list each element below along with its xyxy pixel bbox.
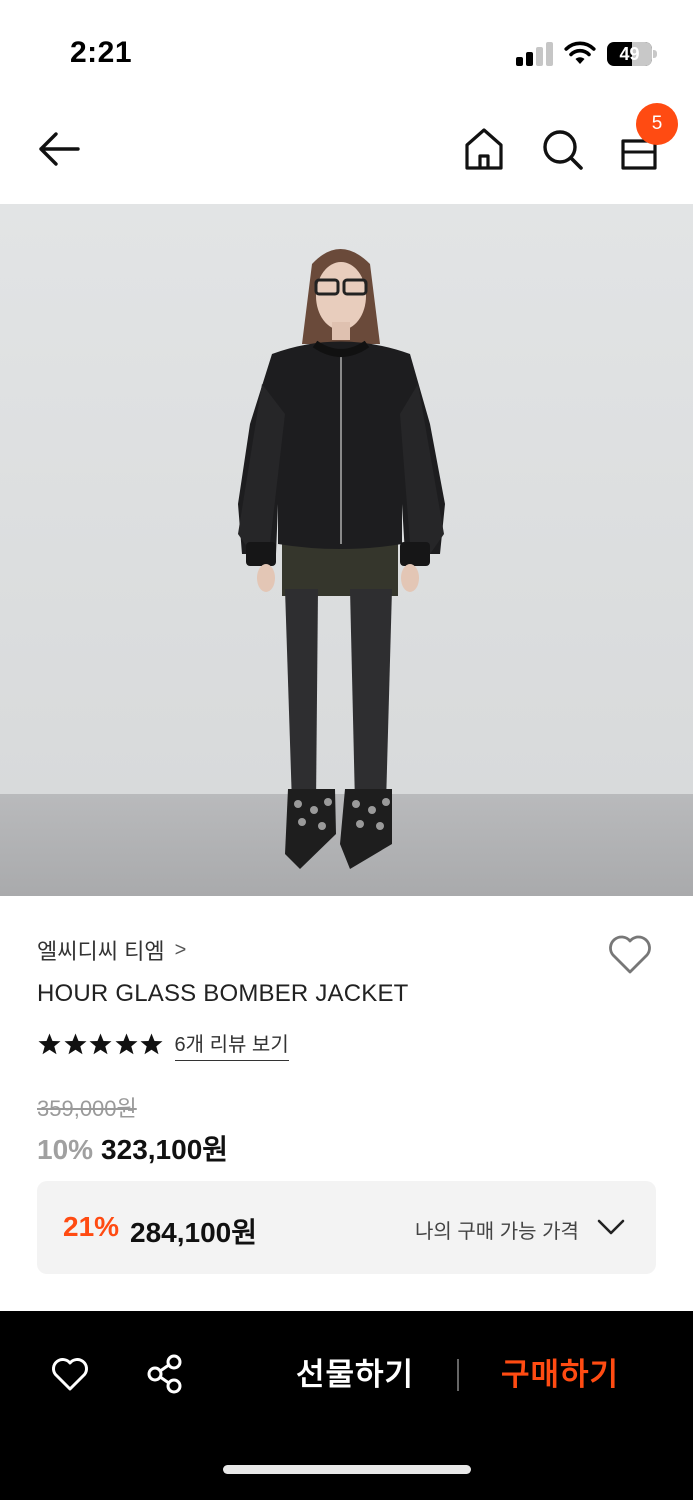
my-price-label: 나의 구매 가능 가격 (415, 1221, 579, 1243)
chevron-down-icon (597, 1219, 625, 1235)
brand-link[interactable]: 엘씨디씨 티엠 > (37, 934, 186, 966)
cellular-signal-icon (516, 42, 554, 66)
back-arrow-icon[interactable] (36, 128, 82, 170)
cart-count-badge: 5 (636, 103, 678, 145)
my-price: 284,100원 (130, 1217, 257, 1248)
battery-icon: 49 (607, 42, 657, 66)
my-discount-rate: 21% (63, 1211, 120, 1242)
wifi-icon (564, 41, 596, 64)
star-icon (115, 1033, 137, 1055)
brand-name: 엘씨디씨 티엠 (37, 939, 165, 964)
star-icon (64, 1033, 86, 1055)
star-icon (140, 1033, 163, 1055)
share-icon[interactable] (145, 1353, 185, 1395)
chevron-right-icon: > (174, 938, 187, 961)
view-reviews-link[interactable]: 6개 리뷰 보기 (174, 1028, 289, 1061)
star-icon (89, 1033, 112, 1055)
sale-price: 323,100원 (101, 1134, 229, 1165)
status-bar: 2:21 49 (0, 0, 693, 100)
battery-level: 49 (619, 44, 640, 64)
status-time: 2:21 (70, 36, 133, 69)
heart-icon[interactable] (50, 1355, 90, 1393)
my-price-dropdown[interactable]: 21% 284,100원 나의 구매 가능 가격 (37, 1181, 656, 1274)
rating-stars (37, 1032, 165, 1056)
product-image[interactable] (0, 204, 693, 896)
top-nav (0, 100, 693, 204)
sale-discount-rate: 10% (37, 1134, 94, 1165)
buy-button[interactable]: 구매하기 (495, 1351, 625, 1399)
product-title: HOUR GLASS BOMBER JACKET (37, 980, 409, 1007)
search-icon[interactable] (540, 126, 584, 172)
sale-price-row: 10% 323,100원 (37, 1128, 228, 1168)
star-icon (38, 1033, 61, 1055)
home-indicator[interactable] (223, 1465, 471, 1474)
wishlist-heart-icon[interactable] (606, 932, 654, 976)
original-price: 359,000원 (37, 1096, 137, 1121)
divider (457, 1359, 459, 1391)
home-icon[interactable] (462, 126, 506, 172)
gift-button[interactable]: 선물하기 (290, 1351, 420, 1399)
rating-row: 6개 리뷰 보기 (37, 1028, 289, 1061)
